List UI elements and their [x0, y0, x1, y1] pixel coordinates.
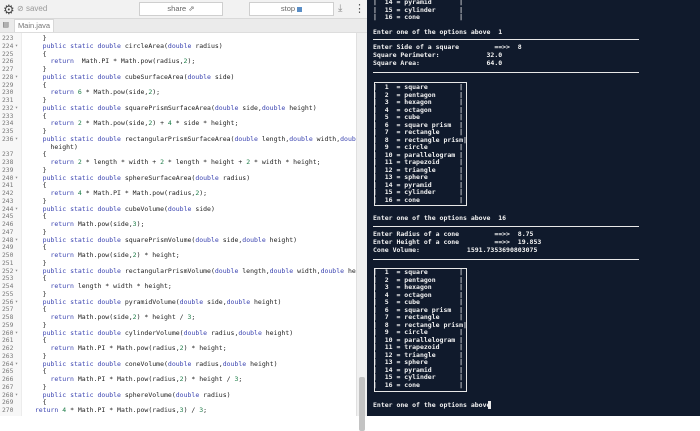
menu-item: | 7 = rectangle | [373, 128, 464, 136]
fold-chevron-icon[interactable]: ▾ [15, 42, 18, 51]
menu-item: | 13 = sphere | [373, 358, 464, 366]
menu-item: | 15 = cylinder | [373, 188, 464, 196]
console-separator [373, 39, 639, 40]
fold-chevron-icon[interactable]: ▾ [15, 73, 18, 82]
stop-label: stop [280, 4, 296, 13]
console-cursor[interactable] [488, 401, 491, 409]
stop-square-icon [297, 6, 303, 12]
code-line: return 4 * Math.PI * Math.pow(radius,2); [50, 189, 208, 197]
code-line: public static double cylinderVolume(doub… [42, 328, 294, 337]
code-line: return 4 * Math.PI * Math.pow(radius,3) … [34, 406, 208, 414]
fold-chevron-icon[interactable]: ▾ [15, 236, 18, 245]
menu-item: | 11 = trapezoid | [373, 343, 464, 351]
options-prompt: Enter one of the options above [373, 401, 499, 409]
fold-chevron-icon[interactable]: ▾ [15, 329, 18, 338]
download-icon[interactable]: ⤓ [338, 3, 342, 14]
share-button[interactable]: share ⇗ [139, 2, 223, 16]
code-line: public static double rectangularPrismVol… [42, 266, 356, 275]
code-line: return length * width * height; [50, 282, 172, 290]
menu-item: | 3 = hexagon | [373, 98, 464, 106]
options-prompt: Enter one of the options above 16 [373, 214, 507, 222]
code-line: return Math.pow(side,2) * height / 3; [50, 313, 196, 321]
line-number: 270 [2, 407, 14, 414]
code-line: return 2 * length * width + 2 * length *… [50, 158, 321, 166]
gear-icon[interactable]: ⚙ [3, 1, 15, 18]
result-line: Enter Radius of a cone ==>> 8.75 [373, 230, 534, 238]
file-icon[interactable]: ▤ [3, 20, 8, 30]
code-line: public static double pyramidVolume(doubl… [42, 297, 282, 306]
stop-button[interactable]: stop [249, 2, 334, 16]
tab-main-java[interactable]: Main.java [14, 19, 54, 32]
fold-chevron-icon[interactable]: ▾ [15, 391, 18, 400]
line-gutter: 223 224 ▾ 225 226 227 228 ▾ 229 230 231 232 ▾ 233 234 2… [0, 33, 22, 416]
fold-chevron-icon[interactable]: ▾ [15, 267, 18, 276]
menu-item: | 5 = cube | [373, 298, 464, 306]
menu-item: | 5 = cube | [373, 113, 464, 121]
code-line: public static double coneVolume(double r… [42, 359, 278, 368]
saved-status: ⊘ saved [17, 4, 48, 13]
console-separator [373, 72, 639, 73]
menu-item: | 3 = hexagon | [373, 283, 464, 291]
code-line: return Math.PI * Math.pow(radius,2) * he… [50, 344, 227, 352]
saved-label: saved [25, 4, 48, 13]
editor-scrollbar[interactable] [356, 33, 367, 431]
code-editor[interactable]: 223 224 ▾ 225 226 227 228 ▾ 229 230 231 232 ▾ 233 234 2… [0, 33, 356, 416]
scroll-thumb[interactable] [359, 377, 365, 431]
result-line: Cone Volume: 1591.7353690803075 [373, 246, 538, 254]
result-line: Enter Height of a cone ==>> 19.853 [373, 238, 542, 246]
share-label: share [167, 4, 187, 13]
menu-item: | 1 = square | [373, 83, 464, 91]
code-line: public static double cubeVolume(double s… [42, 204, 215, 213]
share-icon: ⇗ [188, 4, 195, 13]
code-line: public static double squarePrismVolume(d… [42, 235, 298, 244]
fold-chevron-icon[interactable]: ▾ [15, 104, 18, 113]
menu-item: | 16 = cone | [373, 13, 464, 21]
fold-chevron-icon[interactable]: ▾ [15, 135, 18, 144]
code-line: public static double cubeSurfaceArea(dou… [42, 72, 235, 81]
code-area[interactable]: } public static double circleArea(double… [27, 33, 356, 416]
menu-item: | 16 = cone | [373, 380, 464, 389]
code-line: return Math.PI * Math.pow(radius,2) * he… [50, 375, 243, 383]
console-separator [373, 259, 639, 260]
menu-item: | 15 = cylinder | [373, 373, 464, 381]
code-line: public static double circleArea(double r… [42, 41, 223, 50]
console-separator [373, 226, 639, 227]
fold-chevron-icon[interactable]: ▾ [15, 360, 18, 369]
code-line: return 2 * Math.pow(side,2) + 4 * side *… [50, 119, 239, 128]
menu-icon[interactable]: ⋮ [354, 2, 365, 15]
code-line: public static double sphereVolume(double… [42, 390, 231, 399]
editor-tabbar: ▤ Main.java [0, 19, 367, 33]
code-line: return Math.pow(side,2) * height; [50, 251, 180, 259]
fold-chevron-icon[interactable]: ▾ [15, 174, 18, 183]
menu-item: | 1 = square | [373, 268, 464, 276]
result-line: Square Perimeter: 32.0 [373, 51, 503, 59]
console-output[interactable]: | 14 = pyramid | | 15 = cylinder | | 16 = … [367, 0, 700, 416]
result-line: Enter Side of a square ==>> 8 [373, 43, 522, 51]
menu-item: | 9 = circle | [373, 143, 464, 151]
menu-item: | 7 = rectangle | [373, 313, 464, 321]
menu-item: | 16 = cone | [373, 195, 464, 204]
code-line: return Math.PI * Math.pow(radius,2); [50, 57, 196, 66]
line-number: 236 [2, 135, 14, 143]
fold-chevron-icon[interactable]: ▾ [15, 205, 18, 214]
menu-item: | 11 = trapezoid | [373, 158, 464, 166]
fold-chevron-icon[interactable]: ▾ [15, 298, 18, 307]
options-prompt: Enter one of the options above 1 [373, 28, 503, 36]
menu-item: | 13 = sphere | [373, 173, 464, 181]
code-line: public static double squarePrismSurfaceA… [42, 103, 317, 112]
menu-item: | 9 = circle | [373, 328, 464, 336]
code-line: public static double sphereSurfaceArea(d… [42, 173, 251, 182]
result-line: Square Area: 64.0 [373, 59, 503, 67]
